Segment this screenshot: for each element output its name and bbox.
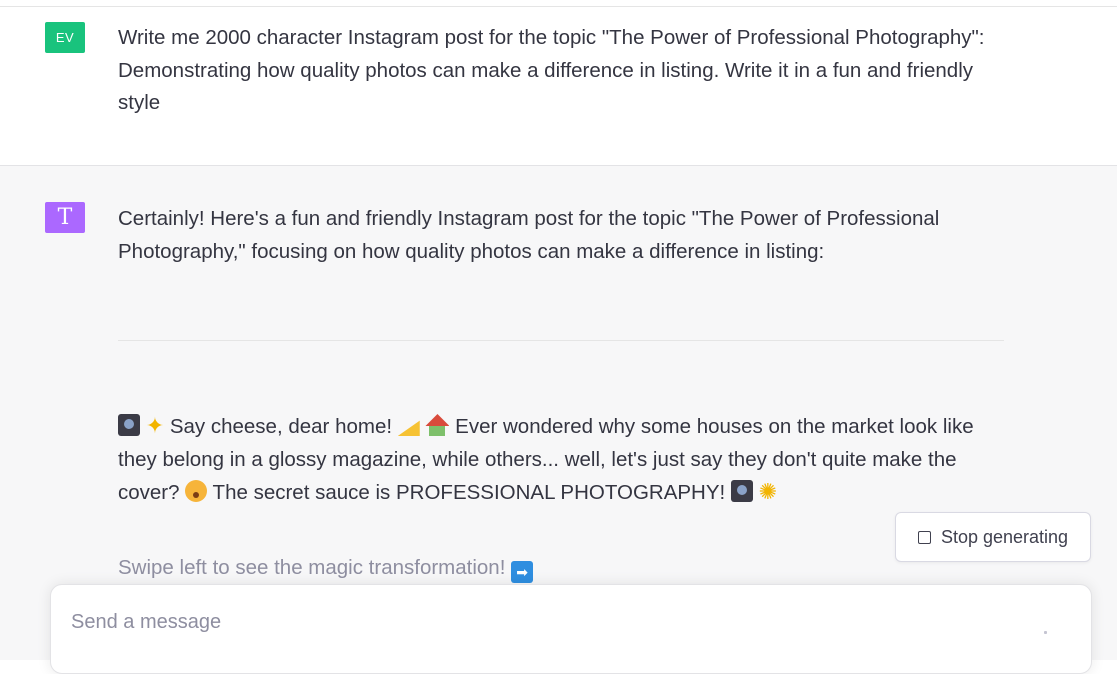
message-composer[interactable] <box>50 584 1092 674</box>
assistant-avatar: T <box>45 202 85 233</box>
house-emoji-icon <box>425 414 449 436</box>
horizontal-rule <box>118 340 1004 341</box>
stop-generating-button[interactable]: Stop generating <box>895 512 1091 562</box>
camera-emoji-icon <box>730 480 753 502</box>
stop-generating-label: Stop generating <box>940 526 1069 547</box>
send-icon[interactable] <box>1044 631 1047 634</box>
camera-emoji-icon <box>118 414 140 436</box>
post-paragraph: ✦ Say cheese, dear home! Ever wondered w… <box>118 410 1008 510</box>
swipe-line: Swipe left to see the magic transformati… <box>118 552 998 585</box>
post-segment-3: The secret sauce is PROFESSIONAL PHOTOGR… <box>207 481 731 504</box>
post-segment-1: Say cheese, dear home! <box>164 415 398 438</box>
sparkles-emoji-icon: ✦ <box>145 413 165 438</box>
stop-icon <box>917 530 931 544</box>
user-message-text: Write me 2000 character Instagram post f… <box>118 26 985 114</box>
swipe-text: Swipe left to see the magic transformati… <box>118 556 512 579</box>
cheese-emoji-icon <box>397 420 420 436</box>
assistant-intro-text: Certainly! Here's a fun and friendly Ins… <box>118 207 940 263</box>
message-input[interactable] <box>71 611 971 634</box>
dizzy-emoji-icon: ✺ <box>758 479 778 504</box>
flushed-face-emoji-icon <box>185 480 208 502</box>
user-avatar: EV <box>45 22 85 53</box>
right-arrow-emoji-icon: ➡ <box>511 561 534 583</box>
